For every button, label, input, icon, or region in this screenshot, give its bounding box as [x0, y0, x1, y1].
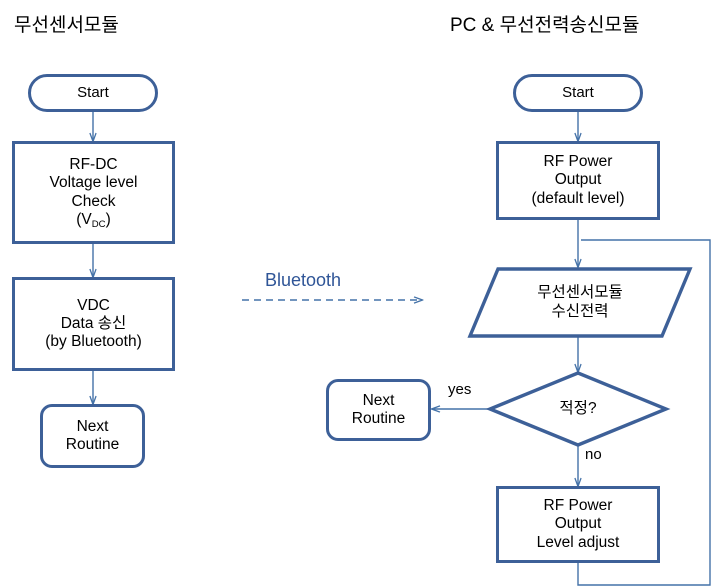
edge-label-yes: yes: [448, 381, 472, 398]
node-left-rfdc-line4: (VDC): [76, 210, 111, 230]
node-left-start: Start: [28, 74, 158, 112]
vdc-paren-close: ): [105, 210, 111, 228]
shape-parallelogram-received-power: [467, 267, 693, 338]
node-left-next-routine: Next Routine: [40, 404, 145, 468]
node-left-vdc-data-send: VDC Data 송신 (by Bluetooth): [12, 277, 175, 371]
node-right-rf-power-output: RF Power Output (default level): [496, 141, 660, 220]
shape-diamond-decision: [485, 371, 671, 447]
vdc-subscript: DC: [91, 218, 106, 230]
column-title-left: 무선센서모듈: [14, 15, 119, 36]
node-right-start: Start: [513, 74, 643, 112]
node-left-rfdc-line1: RF-DC: [69, 155, 118, 173]
flowchart-diagram: 무선센서모듈 PC & 무선전력송신모듈 Start RF-DC Voltage…: [0, 0, 719, 588]
node-right-rf-power-level-adjust: RF Power Output Level adjust: [496, 486, 660, 563]
node-left-rfdc-check: RF-DC Voltage level Check (VDC): [12, 141, 175, 244]
node-left-rfdc-line2: Voltage level: [49, 174, 138, 192]
node-right-next-routine: Next Routine: [326, 379, 431, 441]
node-left-rfdc-line3: Check: [71, 192, 116, 210]
column-title-right: PC & 무선전력송신모듈: [450, 15, 640, 36]
edge-label-no: no: [585, 446, 602, 463]
vdc-paren-open: (V: [76, 210, 92, 228]
edge-label-bluetooth: Bluetooth: [265, 270, 342, 290]
